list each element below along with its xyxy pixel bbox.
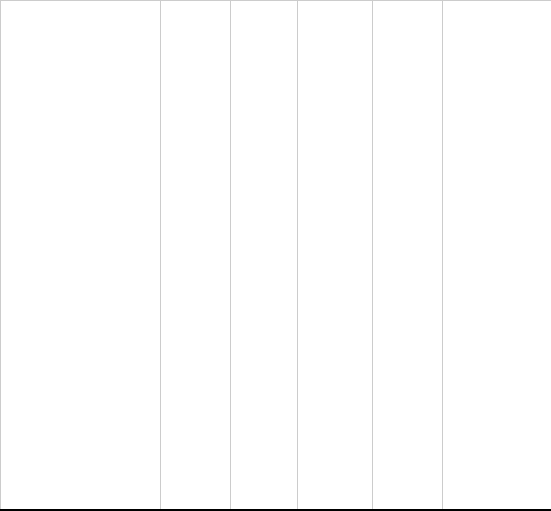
column-header-laminated-root-rot [160,0,231,511]
column-header-port-orford-cedar-root-disease [442,0,551,511]
column-header-black-stain-root-disease [372,0,443,511]
column-header-hosts [0,0,161,511]
table-header-row [0,0,551,511]
column-header-armillaria-root-disease [230,0,298,511]
host-damage-table [0,0,551,511]
column-header-annosus-root-disease [297,0,373,511]
